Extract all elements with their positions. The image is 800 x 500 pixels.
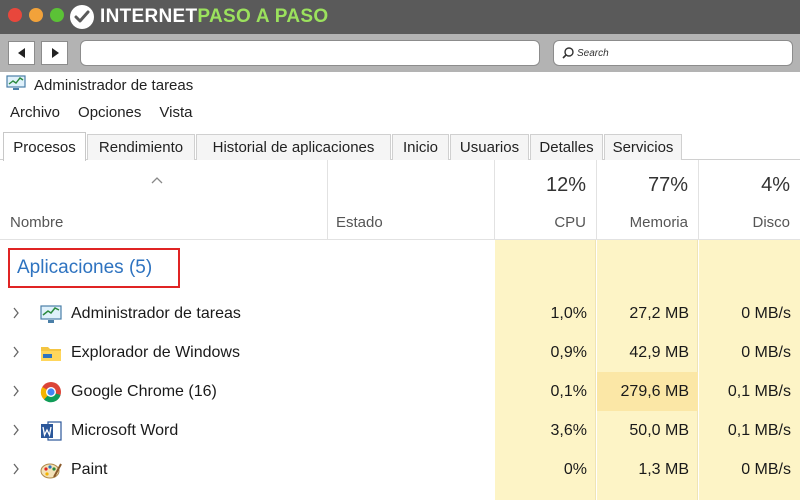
process-disk: 0 MB/s	[741, 461, 791, 478]
window-title: Administrador de tareas	[34, 76, 194, 94]
chevron-right-icon[interactable]	[12, 463, 20, 475]
process-disk: 0 MB/s	[741, 344, 791, 361]
process-memory: 42,9 MB	[629, 344, 689, 361]
menu-archivo[interactable]: Archivo	[0, 102, 69, 124]
menu-opciones[interactable]: Opciones	[69, 102, 150, 124]
cpu-total-percent: 12%	[545, 174, 586, 196]
column-label-cpu: CPU	[554, 214, 586, 231]
forward-button[interactable]	[41, 41, 68, 65]
column-header-row: Nombre Estado 12% CPU 77% Memoria 4% Dis…	[0, 160, 800, 240]
menu-bar: Archivo Opciones Vista	[0, 102, 201, 124]
process-row-administrador[interactable]: Administrador de tareas 1,0% 27,2 MB 0 M…	[0, 294, 800, 333]
process-name: Explorador de Windows	[71, 344, 240, 361]
process-row-explorador[interactable]: Explorador de Windows 0,9% 42,9 MB 0 MB/…	[0, 333, 800, 372]
site-logo: INTERNET PASO A PASO	[70, 4, 328, 30]
search-field[interactable]: Search	[553, 40, 793, 66]
chevron-right-icon[interactable]	[12, 346, 20, 358]
process-name: Administrador de tareas	[71, 305, 241, 322]
folder-icon	[41, 347, 61, 361]
search-placeholder: Search	[577, 47, 609, 59]
logo-check-icon	[70, 5, 94, 29]
arrow-right-icon	[51, 48, 59, 58]
address-bar[interactable]	[80, 40, 540, 66]
task-manager-icon	[40, 305, 62, 323]
arrow-left-icon	[17, 48, 25, 58]
task-manager-window: Administrador de tareas Archivo Opciones…	[0, 72, 800, 500]
logo-text-internet: INTERNET	[100, 6, 198, 27]
sort-ascending-icon	[151, 177, 163, 184]
mockup-title-bar: INTERNET PASO A PASO	[0, 0, 800, 34]
close-window-dot[interactable]	[8, 8, 22, 22]
process-disk: 0,1 MB/s	[727, 383, 791, 400]
process-cpu: 0%	[563, 461, 587, 478]
chevron-right-icon[interactable]	[12, 385, 20, 397]
minimize-window-dot[interactable]	[29, 8, 43, 22]
process-cpu: 0,1%	[550, 383, 587, 400]
column-header-cpu[interactable]: 12% CPU	[495, 160, 597, 240]
tab-procesos[interactable]: Procesos	[3, 132, 86, 161]
process-cpu: 1,0%	[550, 305, 587, 322]
disk-total-percent: 4%	[761, 174, 790, 196]
process-memory: 50,0 MB	[629, 422, 689, 439]
tab-historial[interactable]: Historial de aplicaciones	[196, 134, 391, 160]
logo-text-pasoapaso: PASO A PASO	[197, 6, 329, 27]
column-header-memory[interactable]: 77% Memoria	[597, 160, 699, 240]
process-row-word[interactable]: Microsoft Word 3,6% 50,0 MB 0,1 MB/s	[0, 411, 800, 450]
back-button[interactable]	[8, 41, 35, 65]
maximize-window-dot[interactable]	[50, 8, 64, 22]
group-label: Aplicaciones (5)	[17, 257, 153, 278]
chevron-right-icon[interactable]	[12, 424, 20, 436]
window-title-bar: Administrador de tareas	[6, 74, 193, 96]
process-memory: 279,6 MB	[597, 372, 698, 411]
chrome-icon	[40, 382, 61, 403]
process-name: Paint	[71, 461, 108, 478]
process-row-chrome[interactable]: Google Chrome (16) 0,1% 279,6 MB 0,1 MB/…	[0, 372, 800, 411]
process-row-paint[interactable]: Paint 0% 1,3 MB 0 MB/s	[0, 450, 800, 489]
column-header-status[interactable]: Estado	[328, 160, 495, 240]
group-header-aplicaciones[interactable]: Aplicaciones (5)	[8, 248, 180, 288]
process-name: Google Chrome (16)	[71, 383, 217, 400]
process-cpu: 3,6%	[550, 422, 587, 439]
tab-strip: Procesos Rendimiento Historial de aplica…	[0, 132, 800, 161]
chevron-right-icon[interactable]	[12, 307, 20, 319]
column-header-name[interactable]: Nombre	[0, 160, 328, 240]
column-label-status: Estado	[336, 214, 383, 231]
paint-icon	[40, 463, 62, 479]
process-cpu: 0,9%	[550, 344, 587, 361]
tab-inicio[interactable]: Inicio	[392, 134, 449, 160]
column-label-disk: Disco	[752, 214, 790, 231]
browser-toolbar: Search	[0, 34, 800, 72]
search-icon	[562, 47, 574, 59]
task-manager-icon	[6, 75, 26, 95]
tab-servicios[interactable]: Servicios	[604, 134, 682, 160]
process-name: Microsoft Word	[71, 422, 179, 439]
process-disk: 0 MB/s	[741, 305, 791, 322]
process-memory: 1,3 MB	[638, 461, 689, 478]
process-disk: 0,1 MB/s	[727, 422, 791, 439]
memory-total-percent: 77%	[647, 174, 688, 196]
tab-usuarios[interactable]: Usuarios	[450, 134, 529, 160]
tab-detalles[interactable]: Detalles	[530, 134, 603, 160]
process-memory: 27,2 MB	[629, 305, 689, 322]
word-icon	[41, 421, 62, 441]
tab-rendimiento[interactable]: Rendimiento	[87, 134, 195, 160]
column-header-disk[interactable]: 4% Disco	[699, 160, 800, 240]
column-label-name: Nombre	[10, 214, 64, 231]
column-label-memory: Memoria	[629, 214, 688, 231]
menu-vista[interactable]: Vista	[150, 102, 201, 124]
